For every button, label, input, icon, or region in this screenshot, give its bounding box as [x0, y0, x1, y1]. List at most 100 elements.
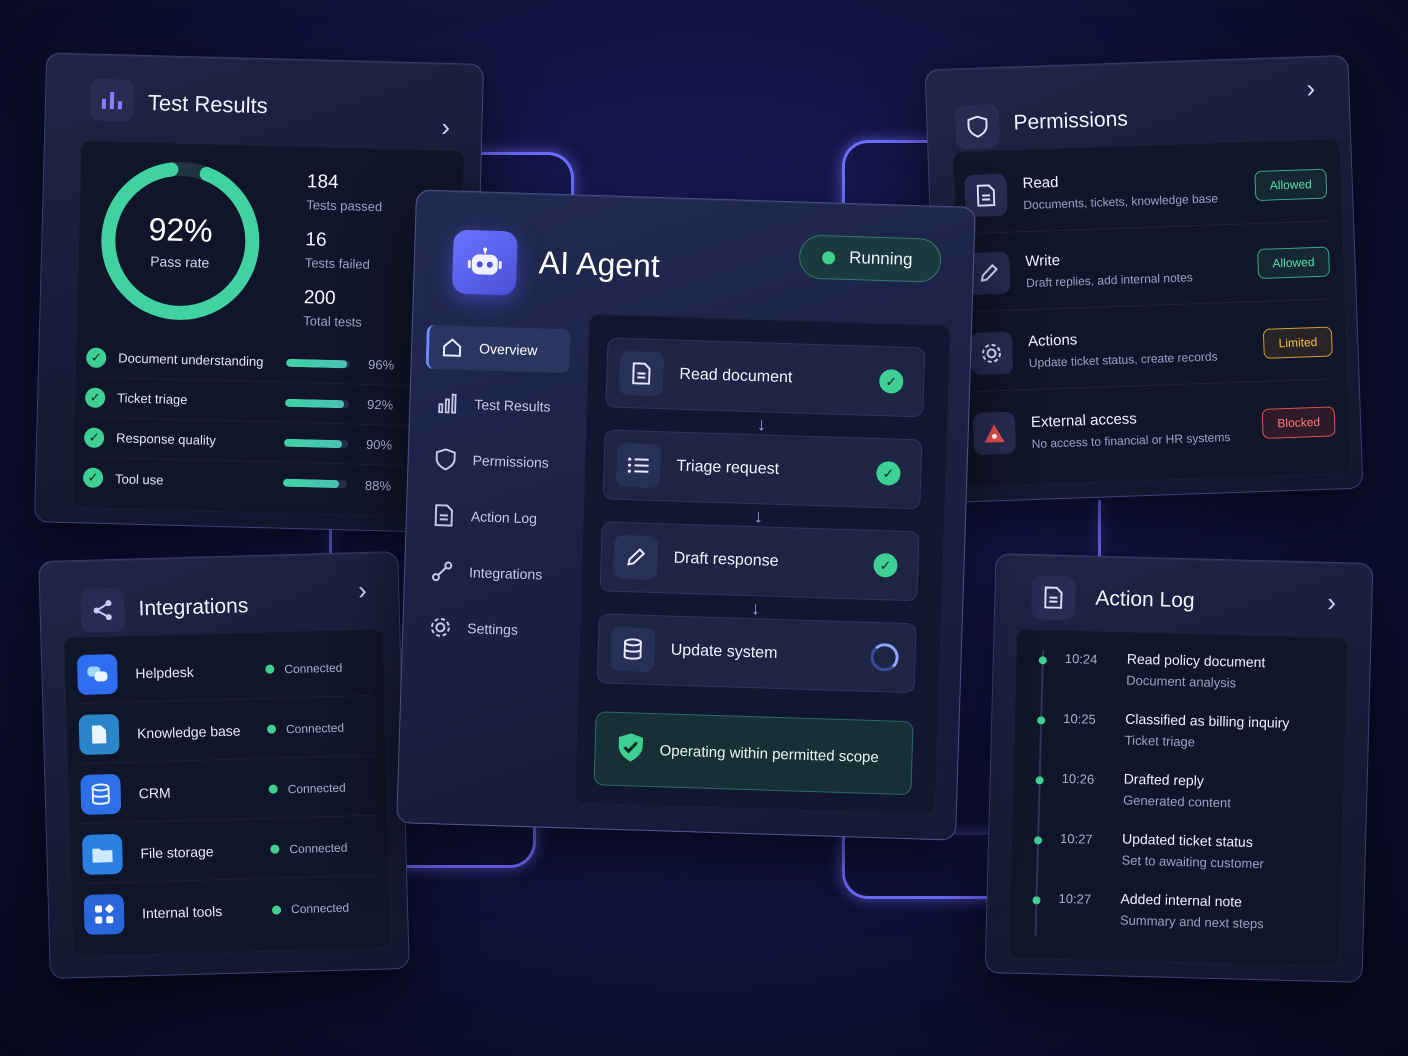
integration-name: Internal tools — [141, 903, 223, 922]
chevron-right-icon[interactable]: › — [1327, 587, 1336, 618]
document-icon — [431, 504, 458, 527]
nav-settings[interactable]: Settings — [417, 605, 562, 654]
panel-title: Permissions — [1013, 107, 1129, 135]
connection-icon — [429, 560, 456, 583]
bar-chart-icon — [89, 78, 135, 122]
action-log-list: 10:24 Read policy document Document anal… — [1007, 628, 1349, 968]
log-subtitle: Document analysis — [1126, 672, 1237, 691]
integration-status: Connected — [285, 720, 345, 736]
progress-bar — [286, 358, 351, 368]
chevron-right-icon[interactable]: › — [1306, 73, 1316, 104]
test-name: Response quality — [115, 430, 217, 448]
nav-label: Action Log — [470, 508, 538, 527]
integration-row[interactable]: Internal tools Connected — [83, 878, 379, 944]
integration-row[interactable]: Helpdesk Connected — [76, 637, 373, 705]
panel-title: Test Results — [147, 90, 269, 119]
database-icon — [610, 626, 656, 673]
log-title: Drafted reply — [1123, 770, 1205, 789]
status-dot — [266, 724, 277, 734]
status-dot — [1033, 836, 1043, 845]
integration-row[interactable]: CRM Connected — [79, 757, 376, 824]
stat-label: Tests passed — [306, 197, 383, 215]
log-time: 10:27 — [1058, 890, 1092, 907]
home-icon — [439, 337, 466, 358]
permission-description: No access to financial or HR systems — [1031, 429, 1231, 451]
connector-wire — [1098, 500, 1101, 556]
nav-label: Integrations — [468, 564, 543, 583]
panel-title: Integrations — [138, 594, 249, 621]
check-icon: ✓ — [86, 347, 107, 368]
permissions-panel: Permissions › Read Documents, tickets, k… — [924, 54, 1364, 504]
step-label: Update system — [670, 641, 778, 662]
nav-label: Test Results — [474, 396, 551, 415]
workflow-step[interactable]: Triage request ✓ — [602, 429, 923, 510]
nav-label: Permissions — [472, 452, 550, 471]
shield-icon — [954, 103, 1001, 150]
loading-spinner-icon — [870, 642, 900, 672]
status-dot — [270, 844, 280, 854]
integration-status: Connected — [287, 780, 346, 796]
document-icon — [78, 713, 120, 755]
share-icon — [80, 587, 126, 633]
workflow-step[interactable]: Update system — [596, 613, 917, 694]
log-entry: 10:24 Read policy document Document anal… — [1038, 648, 1331, 714]
log-subtitle: Ticket triage — [1124, 732, 1196, 750]
chevron-right-icon[interactable]: › — [441, 112, 450, 143]
workflow-step[interactable]: Draft response ✓ — [599, 521, 920, 602]
pass-rate-value: 92% — [148, 211, 214, 249]
log-title: Classified as billing inquiry — [1125, 710, 1290, 731]
database-icon — [80, 773, 122, 815]
integration-status: Connected — [289, 840, 348, 856]
log-entry: 10:27 Updated ticket status Set to await… — [1033, 828, 1326, 894]
log-time: 10:25 — [1063, 710, 1096, 727]
test-percent: 90% — [365, 436, 393, 453]
status-dot — [1037, 716, 1046, 725]
status-dot — [271, 904, 282, 915]
status-badge: Allowed — [1256, 246, 1331, 279]
nav-permissions[interactable]: Permissions — [422, 437, 567, 486]
warning-icon — [972, 411, 1017, 456]
integrations-list: Helpdesk Connected Knowledge base Connec… — [63, 628, 393, 958]
check-icon: ✓ — [876, 460, 901, 486]
log-subtitle: Generated content — [1122, 792, 1232, 811]
permission-description: Update ticket status, create records — [1028, 349, 1218, 371]
status-dot — [268, 784, 278, 794]
scope-banner: Operating within permitted scope — [593, 711, 914, 796]
integration-name: Knowledge base — [136, 722, 241, 741]
bar-chart-icon — [434, 393, 461, 414]
permission-title: Write — [1025, 251, 1061, 271]
nav-action-log[interactable]: Action Log — [420, 493, 565, 542]
step-label: Triage request — [676, 457, 780, 478]
nav-label: Overview — [478, 340, 538, 359]
log-subtitle: Summary and next steps — [1119, 912, 1264, 932]
nav-test-results[interactable]: Test Results — [424, 381, 569, 430]
list-icon — [615, 442, 662, 489]
permission-title: Read — [1022, 173, 1059, 193]
integration-name: File storage — [140, 842, 214, 861]
stat-value: 16 — [305, 229, 327, 251]
nav-integrations[interactable]: Integrations — [418, 549, 563, 598]
status-pill: Running — [798, 234, 942, 283]
action-log-panel: Action Log › 10:24 Read policy document … — [984, 553, 1374, 983]
status-dot — [1035, 776, 1044, 785]
workflow-area: Read document ✓ ↓ Triage request ✓ ↓ Dra… — [573, 313, 952, 815]
workflow-step[interactable]: Read document ✓ — [605, 337, 926, 418]
test-name: Document understanding — [118, 350, 264, 370]
chevron-right-icon[interactable]: › — [358, 575, 368, 606]
log-entry: 10:25 Classified as billing inquiry Tick… — [1036, 708, 1329, 774]
nav-overview[interactable]: Overview — [425, 324, 571, 374]
integration-row[interactable]: Knowledge base Connected — [78, 697, 374, 765]
log-title: Updated ticket status — [1121, 830, 1254, 850]
test-row: ✓ Tool use 88% — [82, 457, 446, 506]
check-icon: ✓ — [82, 467, 104, 488]
test-percent: 96% — [367, 356, 395, 373]
check-icon: ✓ — [83, 426, 105, 448]
document-icon — [618, 350, 665, 397]
status-badge: Allowed — [1254, 168, 1328, 201]
status-dot — [821, 250, 836, 265]
integration-status: Connected — [290, 900, 350, 917]
integration-row[interactable]: File storage Connected — [81, 817, 378, 884]
permission-title: Actions — [1027, 331, 1078, 351]
integration-name: CRM — [138, 784, 171, 801]
status-badge: Blocked — [1261, 406, 1336, 439]
